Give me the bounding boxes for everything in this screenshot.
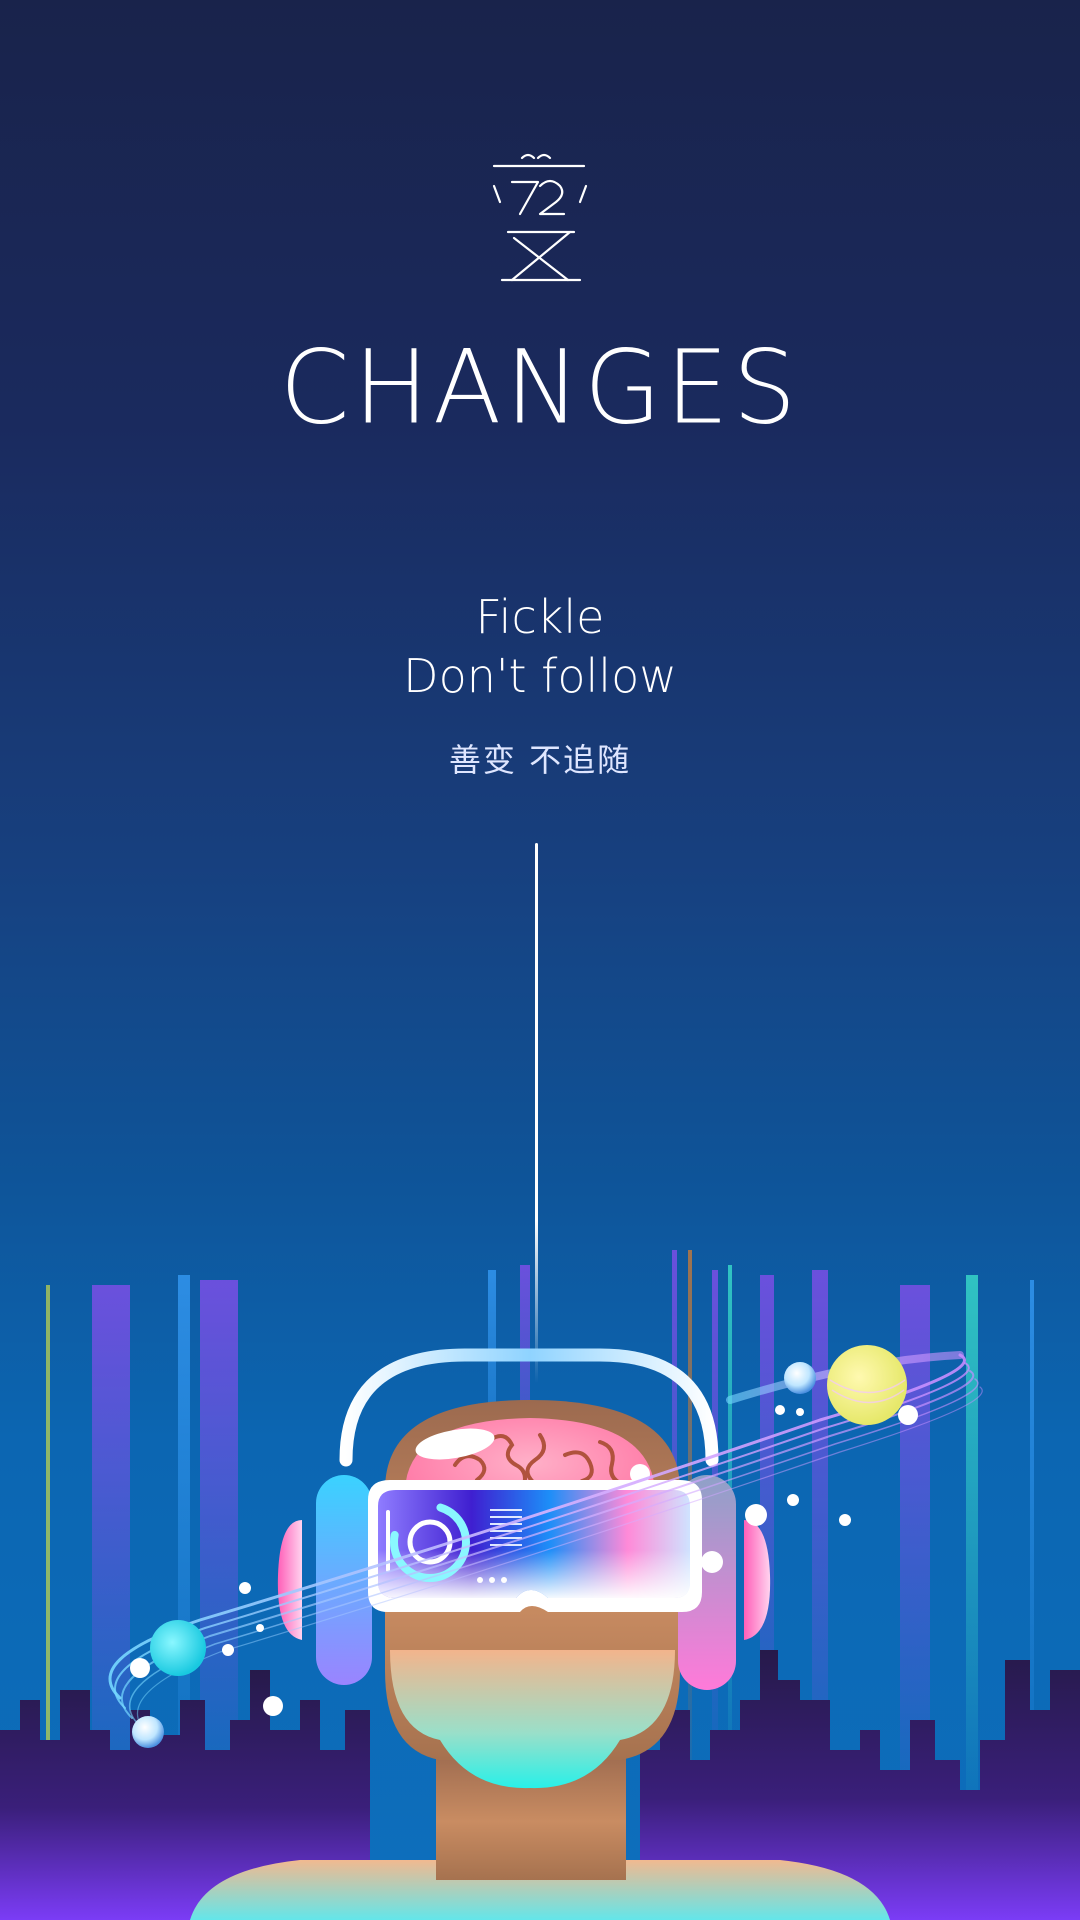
tagline-line-1: Fickle <box>475 590 605 644</box>
cyan-planet-icon <box>150 1620 206 1676</box>
logo-72-icon <box>492 153 588 282</box>
tagline-chinese: 善变 不追随 <box>448 741 632 779</box>
tagline-line-2: Don't follow <box>403 649 677 703</box>
left-headphone-icon <box>277 1475 372 1685</box>
chin-glow <box>390 1650 675 1789</box>
vr-illustration <box>0 1250 1080 1920</box>
bubble-planet-small-icon <box>132 1716 164 1748</box>
bubble-planet-icon <box>784 1362 816 1394</box>
poster-screen: CHANGES Fickle Don't follow 善变 不追随 <box>0 0 1080 1920</box>
page-title: CHANGES <box>279 327 801 448</box>
vr-goggles-icon <box>368 1480 702 1612</box>
